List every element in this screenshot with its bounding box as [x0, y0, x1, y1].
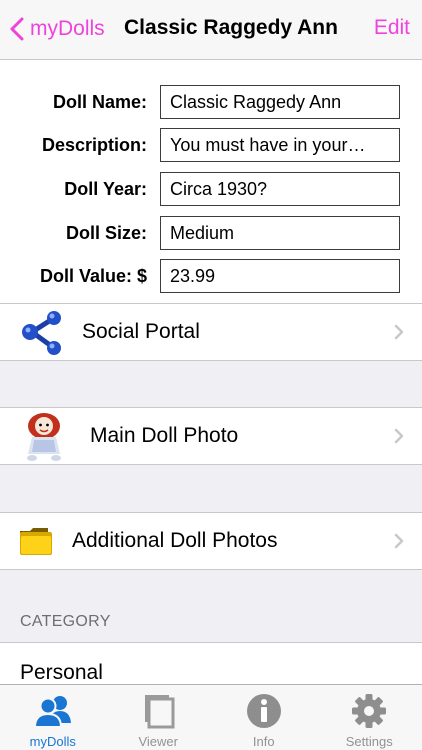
doll-photo-icon: [27, 413, 61, 461]
tab-info-label: Info: [252, 734, 275, 749]
doll-size-label: Doll Size:: [65, 223, 147, 243]
category-section-header: CATEGORY: [20, 613, 111, 630]
tab-mydolls-label: myDolls: [29, 734, 76, 749]
doll-name-row: Doll Name: Classic Raggedy Ann: [0, 85, 422, 119]
social-portal-label: Social Portal: [82, 320, 200, 343]
doll-year-row: Doll Year: Circa 1930?: [0, 172, 422, 206]
doll-value-row: Doll Value: $ 23.99: [0, 259, 422, 293]
doll-size-row: Doll Size: Medium: [0, 216, 422, 250]
description-label: Description:: [41, 135, 147, 155]
doll-year-label: Doll Year:: [64, 179, 147, 199]
main-doll-photo-cell[interactable]: Main Doll Photo: [0, 407, 422, 465]
page-title: Classic Raggedy Ann: [124, 16, 338, 39]
tab-viewer-label: Viewer: [138, 734, 178, 749]
tab-settings-label: Settings: [345, 734, 393, 749]
gear-icon: [352, 694, 387, 728]
navigation-bar: myDolls Classic Raggedy Ann Edit: [0, 0, 422, 60]
edit-button[interactable]: Edit: [374, 16, 410, 40]
tab-bar: myDolls Viewer Info Settings: [0, 684, 422, 750]
additional-doll-photos-cell[interactable]: Additional Doll Photos: [0, 512, 422, 570]
pages-icon: [145, 695, 175, 729]
tab-info[interactable]: Info: [211, 685, 317, 750]
doll-name-field[interactable]: Classic Raggedy Ann: [160, 85, 400, 119]
chevron-right-icon: [394, 533, 404, 549]
info-icon: [246, 694, 281, 728]
doll-value-label: Doll Value: $: [39, 266, 147, 286]
main-doll-photo-label: Main Doll Photo: [90, 424, 239, 447]
people-icon: [33, 696, 71, 728]
description-row: Description: You must have in your…: [0, 128, 422, 162]
category-value: Personal: [20, 661, 103, 684]
description-field[interactable]: You must have in your…: [160, 128, 400, 162]
doll-value-field[interactable]: 23.99: [160, 259, 400, 293]
folder-icon: [20, 528, 52, 555]
social-portal-cell[interactable]: Social Portal: [0, 303, 422, 361]
additional-doll-photos-label: Additional Doll Photos: [72, 529, 278, 552]
tab-settings[interactable]: Settings: [317, 685, 422, 750]
chevron-right-icon: [394, 324, 404, 340]
doll-details-form: Doll Name: Classic Raggedy Ann Descripti…: [0, 60, 422, 304]
tab-viewer[interactable]: Viewer: [106, 685, 212, 750]
doll-size-field[interactable]: Medium: [160, 216, 400, 250]
share-network-icon: [22, 311, 61, 355]
tab-mydolls[interactable]: myDolls: [0, 685, 106, 750]
chevron-right-icon: [394, 428, 404, 444]
doll-name-label: Doll Name:: [52, 92, 147, 112]
doll-year-field[interactable]: Circa 1930?: [160, 172, 400, 206]
